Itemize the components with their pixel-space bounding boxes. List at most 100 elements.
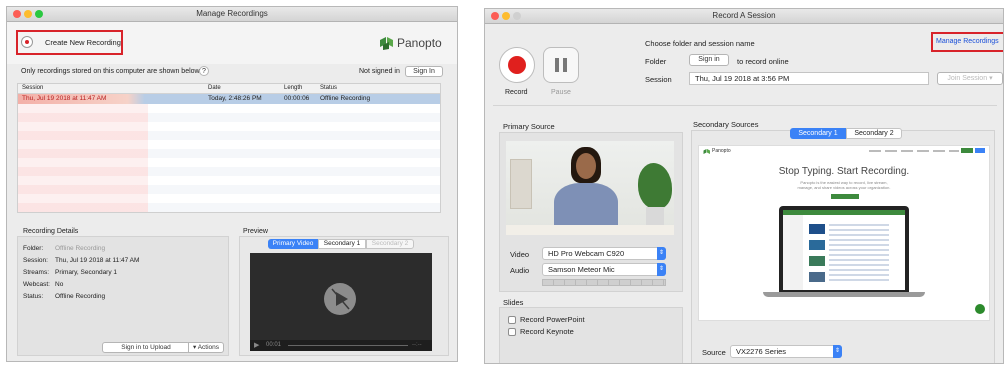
panopto-logo: Panopto: [379, 35, 453, 51]
recording-details-title: Recording Details: [23, 228, 79, 235]
slides-title: Slides: [503, 298, 524, 307]
column-header-length[interactable]: Length: [284, 85, 302, 91]
player-time: 00:01: [266, 342, 282, 348]
tab-secondary-2[interactable]: Secondary 2: [366, 239, 414, 249]
recording-details-panel: Folder: Offline Recording Session: Thu, …: [17, 236, 229, 356]
title-bar: Manage Recordings: [7, 7, 457, 22]
nav-button-blue: [975, 148, 985, 153]
title-bar: Record A Session: [485, 9, 1003, 24]
laptop-base: [763, 292, 925, 297]
detail-value: Offline Recording: [55, 245, 106, 252]
sign-in-to-upload-button[interactable]: Sign in to Upload: [102, 342, 190, 353]
recordings-table: Session Date Length Status Thu, Jul 19 2…: [17, 83, 441, 213]
video-label: Video: [510, 250, 530, 259]
screen-source-value: VX2276 Series: [736, 347, 787, 356]
row-status: Offline Recording: [320, 95, 371, 102]
detail-label: Status:: [23, 293, 44, 300]
preview-panel: Primary Video Secondary 1 Secondary 2 ▶ …: [239, 236, 449, 356]
select-arrow-icon: ⇕: [657, 247, 666, 260]
join-session-button[interactable]: Join Session ▾: [937, 72, 1003, 85]
column-header-status[interactable]: Status: [320, 85, 337, 91]
app-sidebar: [783, 210, 803, 290]
video-player[interactable]: ▶ 00:01 --:--: [250, 253, 432, 351]
panopto-logo-icon: [380, 37, 393, 50]
select-arrow-icon: ⇕: [833, 345, 842, 358]
tab-secondary-2[interactable]: Secondary 2: [846, 128, 902, 139]
screen-preview: Panopto Stop Typing. Start Recording. Pa…: [698, 145, 990, 321]
screen-source-select[interactable]: VX2276 Series ⇕: [730, 345, 842, 358]
record-keynote-label: Record Keynote: [520, 327, 574, 336]
detail-streams: Streams: Primary, Secondary 1: [23, 269, 117, 276]
folder-sign-in-button[interactable]: Sign in: [689, 54, 729, 66]
divider: [493, 105, 997, 106]
record-button[interactable]: [499, 47, 535, 83]
actions-label: Actions: [197, 344, 220, 351]
shelf-icon: [510, 159, 532, 209]
play-button[interactable]: [324, 283, 356, 315]
record-powerpoint-label: Record PowerPoint: [520, 315, 585, 324]
site-subtext-2: manage, and share videos across your org…: [797, 185, 891, 190]
pause-icon: [555, 58, 567, 72]
record-powerpoint-checkbox[interactable]: [508, 316, 516, 324]
nav-links: [869, 150, 959, 152]
site-logo-text: Panopto: [712, 148, 731, 154]
manage-recordings-link[interactable]: Manage Recordings: [936, 38, 999, 45]
table-row[interactable]: Thu, Jul 19 2018 at 11:47 AM Today, 2:48…: [18, 94, 440, 104]
session-name-input[interactable]: Thu, Jul 19 2018 at 3:56 PM: [689, 72, 929, 85]
app-thumb-3: [809, 256, 825, 266]
window-title: Manage Recordings: [196, 9, 268, 18]
player-play-icon[interactable]: ▶: [254, 341, 259, 349]
column-header-session[interactable]: Session: [22, 85, 43, 91]
record-icon: [508, 56, 526, 74]
not-signed-in-text: Not signed in: [359, 68, 400, 75]
blurred-row-area: [18, 104, 148, 212]
nav-button-green: [961, 148, 973, 153]
session-label: Session: [645, 75, 672, 84]
detail-folder: Folder: Offline Recording: [23, 245, 105, 252]
tab-secondary-1[interactable]: Secondary 1: [790, 128, 846, 139]
audio-source-select[interactable]: Samson Meteor Mic ⇕: [542, 263, 666, 276]
app-text-lines: [829, 224, 889, 284]
person-body: [554, 183, 618, 231]
record-keynote-checkbox[interactable]: [508, 328, 516, 336]
player-end-time: --:--: [412, 342, 422, 348]
detail-label: Webcast:: [23, 281, 50, 288]
desk: [506, 225, 674, 235]
laptop-screen: [779, 206, 909, 292]
create-new-recording-button[interactable]: Create New Recording: [21, 35, 121, 50]
player-controls: ▶ 00:01 --:--: [250, 340, 432, 351]
table-header: Session Date Length Status: [18, 84, 440, 94]
app-thumb-1: [809, 224, 825, 234]
detail-webcast: Webcast: No: [23, 281, 63, 288]
column-header-date[interactable]: Date: [208, 85, 221, 91]
chevron-down-icon: ▾: [989, 75, 993, 82]
actions-button[interactable]: ▾ Actions: [188, 342, 224, 353]
video-source-select[interactable]: HD Pro Webcam C920 ⇕: [542, 247, 666, 260]
tab-secondary-1[interactable]: Secondary 1: [318, 239, 366, 249]
video-source-value: HD Pro Webcam C920: [548, 249, 625, 258]
primary-source-title: Primary Source: [503, 122, 555, 131]
secondary-sources-panel: Secondary 1 Secondary 2 Panopto Stop Typ…: [691, 128, 995, 363]
pause-button[interactable]: [543, 47, 579, 83]
detail-status: Status: Offline Recording: [23, 293, 105, 300]
secondary-sources-title: Secondary Sources: [693, 120, 759, 129]
app-thumb-2: [809, 240, 825, 250]
preview-title: Preview: [243, 228, 268, 235]
help-button[interactable]: ?: [199, 66, 209, 76]
record-icon: [21, 36, 33, 48]
info-text: Only recordings stored on this computer …: [21, 68, 202, 75]
sign-in-button[interactable]: Sign In: [405, 66, 443, 77]
row-session: Thu, Jul 19 2018 at 11:47 AM: [22, 95, 107, 102]
site-headline: Stop Typing. Start Recording.: [778, 166, 910, 177]
detail-value: No: [55, 281, 64, 288]
app-thumb-4: [809, 272, 825, 282]
record-online-text: to record online: [737, 57, 789, 66]
site-cta-button: [831, 194, 859, 199]
chat-icon: [975, 304, 985, 314]
detail-session: Session: Thu, Jul 19 2018 at 11:47 AM: [23, 257, 139, 264]
tab-primary-video[interactable]: Primary Video: [268, 239, 318, 249]
webcam-preview: [506, 141, 674, 235]
seek-bar[interactable]: [288, 345, 408, 346]
audio-label: Audio: [510, 266, 530, 275]
play-icon: [331, 288, 350, 310]
